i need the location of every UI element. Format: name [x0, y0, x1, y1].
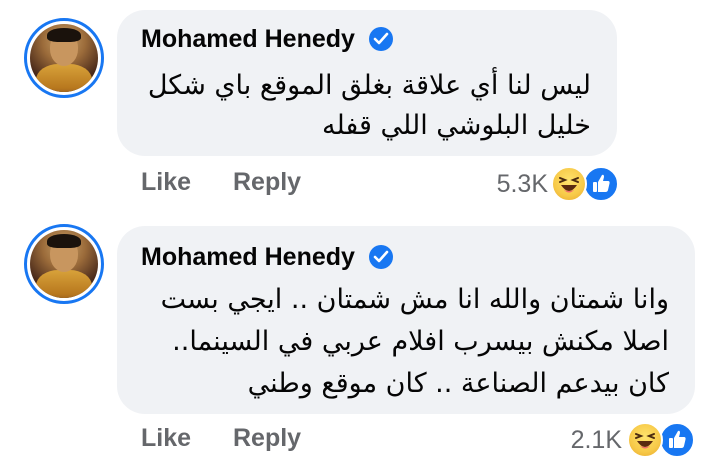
author-row: Mohamed Henedy — [141, 22, 393, 56]
haha-icon — [551, 166, 587, 202]
author-name[interactable]: Mohamed Henedy — [141, 243, 355, 272]
comment-bubble: Mohamed Henedy وانا شمتان والله انا مش ش… — [117, 226, 695, 414]
reply-button[interactable]: Reply — [233, 424, 301, 453]
comment-text-line: ليس لنا أي علاقة بغلق الموقع باي شكل — [147, 70, 591, 101]
author-row: Mohamed Henedy — [141, 240, 393, 274]
reaction-count[interactable]: 2.1K — [571, 426, 622, 455]
comment-bubble: Mohamed Henedy ليس لنا أي علاقة بغلق الم… — [117, 10, 617, 156]
comment-actions: Like Reply 5.3K — [0, 166, 720, 208]
haha-icon — [627, 422, 663, 458]
profile-photo — [30, 24, 98, 92]
like-button[interactable]: Like — [141, 168, 191, 197]
comment-text-line: اصلا مكنش بيسرب افلام عربي في السينما.. — [172, 326, 669, 357]
avatar[interactable] — [24, 224, 104, 304]
avatar[interactable] — [24, 18, 104, 98]
author-name[interactable]: Mohamed Henedy — [141, 25, 355, 54]
reactions-summary[interactable] — [551, 166, 621, 202]
comment: Mohamed Henedy ليس لنا أي علاقة بغلق الم… — [0, 0, 720, 210]
reaction-count[interactable]: 5.3K — [497, 170, 548, 199]
like-button[interactable]: Like — [141, 424, 191, 453]
comment: Mohamed Henedy وانا شمتان والله انا مش ش… — [0, 210, 720, 458]
reactions-summary[interactable] — [627, 422, 697, 458]
profile-photo — [30, 230, 98, 298]
verified-badge-icon — [368, 245, 393, 269]
comment-text-line: وانا شمتان والله انا مش شمتان .. ايجي بس… — [160, 284, 669, 315]
comment-actions: Like Reply 2.1K — [0, 422, 720, 464]
comment-text-line: كان بيدعم الصناعة .. كان موقع وطني — [247, 368, 669, 399]
like-icon — [659, 422, 695, 458]
like-icon — [583, 166, 619, 202]
comment-text-line: خليل البلوشي اللي قفله — [321, 110, 591, 141]
reply-button[interactable]: Reply — [233, 168, 301, 197]
verified-badge-icon — [368, 27, 393, 51]
